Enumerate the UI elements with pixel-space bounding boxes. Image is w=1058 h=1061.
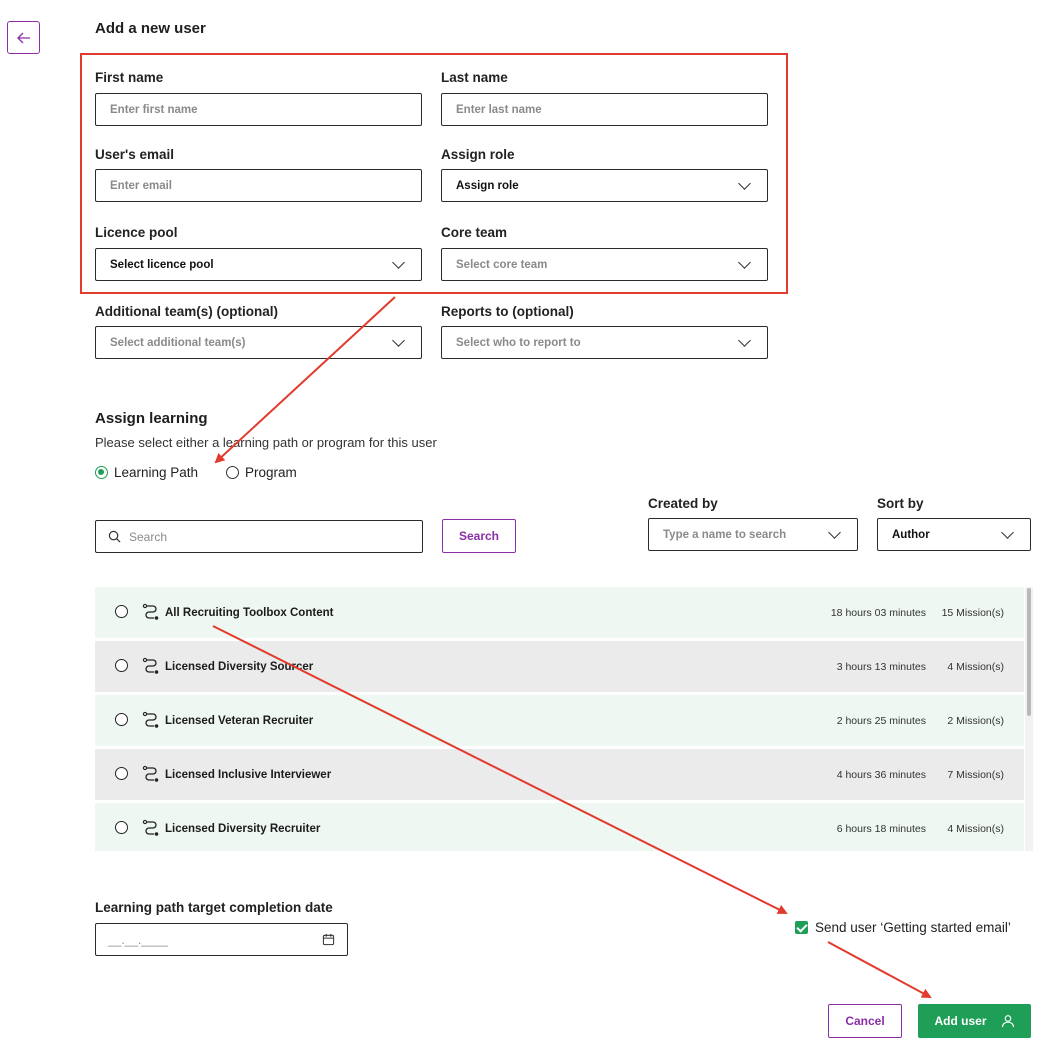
reports-to-select[interactable]: Select who to report to — [441, 326, 768, 359]
email-placeholder: Enter email — [110, 179, 172, 192]
chevron-down-icon — [738, 255, 751, 269]
arrow-left-icon — [16, 32, 30, 43]
learning-path-list[interactable]: All Recruiting Toolbox Content 18 hours … — [95, 587, 1033, 851]
list-item-missions: 2 Mission(s) — [947, 714, 1004, 727]
email-field[interactable]: Enter email — [95, 169, 422, 202]
radio-learning-path-label: Learning Path — [114, 465, 199, 480]
assign-learning-subtitle: Please select either a learning path or … — [95, 435, 437, 450]
cancel-button[interactable]: Cancel — [828, 1004, 902, 1038]
radio-selected-icon[interactable] — [95, 466, 108, 479]
annotation-arrow — [827, 941, 932, 998]
sort-by-value: Author — [892, 528, 930, 541]
list-item[interactable]: Licensed Diversity Sourcer 3 hours 13 mi… — [95, 641, 1024, 692]
licence-pool-select[interactable]: Select licence pool — [95, 248, 422, 281]
completion-date-input[interactable]: __.__.____ — [95, 923, 348, 956]
created-by-select[interactable]: Type a name to search — [648, 518, 858, 551]
last-name-placeholder: Enter last name — [456, 103, 542, 116]
radio-learning-path[interactable]: Learning Path — [95, 465, 198, 480]
list-item-radio[interactable] — [115, 821, 128, 834]
learning-path-icon — [142, 765, 159, 782]
sort-by-select[interactable]: Author — [877, 518, 1031, 551]
learning-path-icon — [142, 657, 159, 674]
list-item-name: Licensed Veteran Recruiter — [165, 714, 314, 727]
list-item-name: All Recruiting Toolbox Content — [165, 606, 334, 619]
role-value: Assign role — [456, 179, 519, 192]
reports-to-placeholder: Select who to report to — [456, 336, 581, 349]
completion-date-label: Learning path target completion date — [95, 900, 333, 915]
checkbox-checked-icon[interactable] — [795, 921, 808, 934]
radio-unselected-icon[interactable] — [226, 466, 239, 479]
list-item-duration: 18 hours 03 minutes — [830, 606, 926, 619]
chevron-down-icon — [738, 333, 751, 347]
chevron-down-icon — [392, 333, 405, 347]
additional-teams-placeholder: Select additional team(s) — [110, 336, 246, 349]
core-team-select[interactable]: Select core team — [441, 248, 768, 281]
radio-program-label: Program — [245, 465, 297, 480]
chevron-down-icon — [828, 525, 841, 539]
add-user-label: Add user — [934, 1014, 987, 1028]
list-item[interactable]: All Recruiting Toolbox Content 18 hours … — [95, 587, 1024, 638]
licence-pool-value: Select licence pool — [110, 258, 214, 271]
last-name-label: Last name — [441, 70, 508, 85]
list-item[interactable]: Licensed Diversity Recruiter 6 hours 18 … — [95, 803, 1024, 851]
search-placeholder: Search — [129, 529, 168, 544]
chevron-down-icon — [392, 255, 405, 269]
list-item[interactable]: Licensed Veteran Recruiter 2 hours 25 mi… — [95, 695, 1024, 746]
chevron-down-icon — [1001, 525, 1014, 539]
user-icon — [1001, 1015, 1014, 1028]
learning-search-input[interactable]: Search — [95, 520, 423, 553]
additional-teams-label: Additional team(s) (optional) — [95, 304, 278, 319]
additional-teams-select[interactable]: Select additional team(s) — [95, 326, 422, 359]
add-user-button[interactable]: Add user — [918, 1004, 1031, 1038]
last-name-field[interactable]: Enter last name — [441, 93, 768, 126]
list-scrollbar-thumb[interactable] — [1027, 588, 1031, 716]
created-by-label: Created by — [648, 496, 718, 511]
calendar-icon[interactable] — [322, 933, 335, 946]
core-team-label: Core team — [441, 225, 508, 240]
chevron-down-icon — [738, 176, 751, 190]
radio-program[interactable]: Program — [226, 465, 297, 480]
list-item-missions: 15 Mission(s) — [941, 606, 1004, 619]
learning-path-icon — [142, 711, 159, 728]
list-item-radio[interactable] — [115, 659, 128, 672]
getting-started-email-label: Send user ‘Getting started email’ — [815, 920, 1011, 935]
list-item-name: Licensed Diversity Sourcer — [165, 660, 314, 673]
email-label: User's email — [95, 147, 175, 162]
first-name-label: First name — [95, 70, 164, 85]
back-button[interactable] — [7, 21, 40, 54]
list-item-duration: 2 hours 25 minutes — [836, 714, 926, 727]
first-name-field[interactable]: Enter first name — [95, 93, 422, 126]
list-item-duration: 4 hours 36 minutes — [836, 768, 926, 781]
completion-date-placeholder: __.__.____ — [108, 932, 169, 947]
list-item-name: Licensed Inclusive Interviewer — [165, 768, 332, 781]
search-button[interactable]: Search — [442, 519, 516, 553]
reports-to-label: Reports to (optional) — [441, 304, 574, 319]
list-item-name: Licensed Diversity Recruiter — [165, 822, 321, 835]
role-select[interactable]: Assign role — [441, 169, 768, 202]
list-item[interactable]: Licensed Inclusive Interviewer 4 hours 3… — [95, 749, 1024, 800]
list-item-radio[interactable] — [115, 713, 128, 726]
created-by-placeholder: Type a name to search — [663, 528, 787, 541]
core-team-placeholder: Select core team — [456, 258, 548, 271]
learning-path-icon — [142, 819, 159, 836]
licence-pool-label: Licence pool — [95, 225, 178, 240]
first-name-placeholder: Enter first name — [110, 103, 198, 116]
page-title: Add a new user — [95, 20, 206, 37]
list-item-missions: 4 Mission(s) — [947, 660, 1004, 673]
learning-path-icon — [142, 603, 159, 620]
assign-learning-title: Assign learning — [95, 410, 208, 427]
list-item-duration: 3 hours 13 minutes — [836, 660, 926, 673]
list-item-missions: 4 Mission(s) — [947, 822, 1004, 835]
getting-started-email-option[interactable]: Send user ‘Getting started email’ — [795, 920, 1011, 935]
list-item-radio[interactable] — [115, 605, 128, 618]
search-icon — [108, 530, 121, 543]
list-item-duration: 6 hours 18 minutes — [836, 822, 926, 835]
list-item-radio[interactable] — [115, 767, 128, 780]
list-item-missions: 7 Mission(s) — [947, 768, 1004, 781]
role-label: Assign role — [441, 147, 515, 162]
sort-by-label: Sort by — [877, 496, 924, 511]
